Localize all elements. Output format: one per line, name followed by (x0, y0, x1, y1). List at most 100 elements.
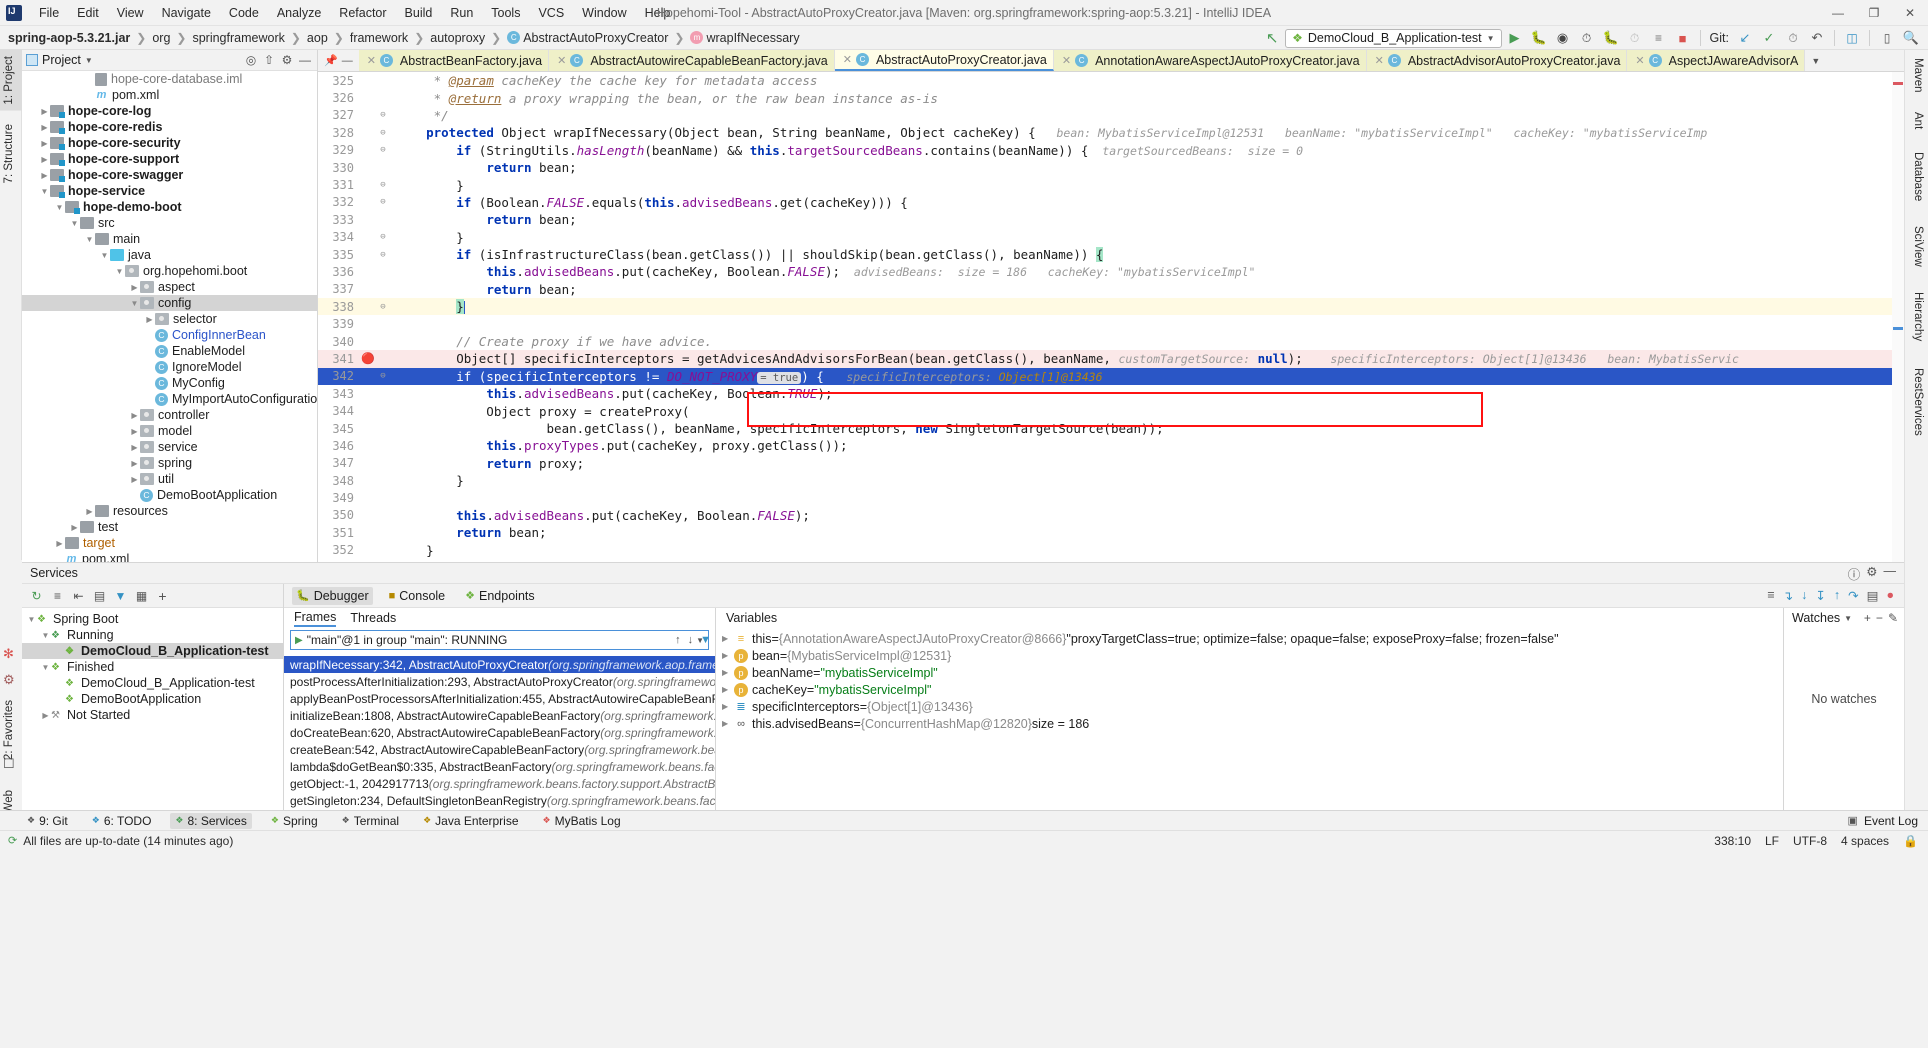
tool-window-structure[interactable]: 7: Structure (0, 118, 22, 189)
chevron-right-icon[interactable]: ▶ (722, 634, 734, 643)
project-tree-item[interactable]: C MyImportAutoConfiguration (22, 391, 317, 407)
run-configuration-selector[interactable]: ❖ DemoCloud_B_Application-test ▼ (1285, 28, 1502, 48)
stop-button[interactable]: ■ (1672, 28, 1694, 48)
caret-position[interactable]: 338:10 (1714, 834, 1751, 848)
bottom-tool-tab[interactable]: ❖ Java Enterprise (418, 813, 523, 829)
close-tab-icon[interactable]: ✕ (557, 54, 566, 67)
attach-debugger-button[interactable]: 🐛 (1600, 28, 1622, 48)
chevron-right-icon[interactable]: ▶ (129, 411, 140, 420)
git-revert-icon[interactable]: ↶ (1806, 28, 1828, 48)
settings-gear-icon[interactable]: ⚙ (1866, 564, 1877, 583)
chevron-right-icon[interactable]: ▶ (129, 459, 140, 468)
stack-frame-row[interactable]: getSingleton:234, DefaultSingletonBeanRe… (284, 792, 715, 809)
project-tree-item[interactable]: C EnableModel (22, 343, 317, 359)
project-tree-item[interactable]: ▶ service (22, 439, 317, 455)
code-line[interactable]: 348 } (318, 472, 1904, 489)
git-commit-icon[interactable]: ✓ (1758, 28, 1780, 48)
chevron-down-icon[interactable]: ▼ (40, 663, 51, 672)
project-tree-item[interactable]: m pom.xml (22, 87, 317, 103)
editor-scrollbar[interactable] (1892, 72, 1904, 562)
menu-item-analyze[interactable]: Analyze (268, 3, 330, 23)
frames-tab-bar[interactable]: Frames Threads (284, 608, 715, 628)
indent-setting[interactable]: 4 spaces (1841, 834, 1889, 848)
code-line[interactable]: 327 ⊖ */ (318, 107, 1904, 124)
hide-panel-icon[interactable]: — (1884, 564, 1897, 583)
collapse-all-icon[interactable]: ⇧ (261, 52, 277, 68)
project-tree-item[interactable]: ▶ resources (22, 503, 317, 519)
services-toolbar[interactable]: ↻ ≡ ⇤ ▤ ▼ ▦ + (22, 584, 283, 608)
hide-panel-icon[interactable]: — (297, 52, 313, 68)
code-line[interactable]: 347 return proxy; (318, 455, 1904, 472)
chevron-right-icon[interactable]: ▶ (39, 139, 50, 148)
editor-tab[interactable]: ✕ C AbstractAdvisorAutoProxyCreator.java (1366, 50, 1628, 71)
code-fold-icon[interactable]: ⊖ (376, 302, 390, 312)
services-tree-item[interactable]: ▼ ❖ Running (22, 627, 283, 643)
search-icon[interactable]: 🔍 (1900, 28, 1922, 48)
bottom-tool-tab[interactable]: ❖ MyBatis Log (538, 813, 626, 829)
services-tree-item[interactable]: ❖ DemoCloud_B_Application-test (22, 675, 283, 691)
menu-item-run[interactable]: Run (441, 3, 482, 23)
tool-window-project[interactable]: 1: Project (0, 50, 22, 111)
code-line[interactable]: 350 this.advisedBeans.put(cacheKey, Bool… (318, 507, 1904, 524)
code-fold-icon[interactable]: ⊖ (376, 197, 390, 207)
code-fold-icon[interactable]: ⊖ (376, 145, 390, 155)
code-line[interactable]: 343 this.advisedBeans.put(cacheKey, Bool… (318, 385, 1904, 402)
project-tree-item[interactable]: ▶ test (22, 519, 317, 535)
chevron-right-icon[interactable]: ▶ (39, 123, 50, 132)
step-over-icon[interactable]: ↴ (1783, 588, 1793, 603)
services-tree-item[interactable]: ▼ ❖ Finished (22, 659, 283, 675)
editor-tab-bar[interactable]: 📌 — ✕ C AbstractBeanFactory.java ✕ C AbstractAu… (318, 50, 1904, 72)
code-line[interactable]: 342 ⊖ if (specificInterceptors != DO_NOT_… (318, 367, 1904, 386)
code-line[interactable]: 335 ⊖ if (isInfrastructureClass(bean.getC… (318, 246, 1904, 263)
project-file-tree[interactable]: hope-core-database.iml m pom.xml ▶ hope-core… (22, 71, 317, 562)
chevron-right-icon[interactable]: ▶ (39, 171, 50, 180)
stack-frame-row[interactable]: initializeBean:1808, AbstractAutowireCap… (284, 707, 715, 724)
pin-icon[interactable]: 📌 (324, 54, 338, 67)
event-log-label[interactable]: Event Log (1864, 814, 1918, 828)
code-line[interactable]: 352 } (318, 542, 1904, 559)
bottom-tool-tab[interactable]: ❖ Terminal (337, 813, 404, 829)
filter-icon[interactable]: ▼ (112, 587, 129, 604)
menu-item-code[interactable]: Code (220, 3, 268, 23)
chevron-right-icon[interactable]: ▶ (129, 475, 140, 484)
stack-frames-list[interactable]: wrapIfNecessary:342, AbstractAutoProxyCr… (284, 656, 715, 810)
chevron-down-icon[interactable]: ▼ (54, 203, 65, 212)
tab-frames[interactable]: Frames (294, 610, 337, 627)
step-out-icon[interactable]: ↑ (1834, 588, 1840, 603)
code-line[interactable]: 345 bean.getClass(), beanName, specificI… (318, 420, 1904, 437)
hide-tabs-icon[interactable]: — (342, 55, 353, 67)
collapse-all-icon[interactable]: ⇤ (70, 587, 87, 604)
chevron-right-icon[interactable]: ▶ (54, 539, 65, 548)
services-tree-item[interactable]: ❖ DemoBootApplication (22, 691, 283, 707)
stack-frame-row[interactable]: postProcessAfterInitialization:293, Abst… (284, 673, 715, 690)
code-line[interactable]: 329 ⊖ if (StringUtils.hasLength(beanName)… (318, 142, 1904, 159)
menu-item-refactor[interactable]: Refactor (330, 3, 395, 23)
project-tree-item[interactable]: hope-core-database.iml (22, 71, 317, 87)
chevron-right-icon[interactable]: ▶ (39, 107, 50, 116)
code-line[interactable]: 328 ⊖ protected Object wrapIfNecessary(Ob… (318, 124, 1904, 141)
chevron-down-icon[interactable]: ▼ (26, 615, 37, 624)
code-line[interactable]: 338 ⊖ } (318, 298, 1904, 316)
step-into-icon[interactable]: ↓ (1801, 588, 1807, 603)
code-line[interactable]: 340 // Create proxy if we have advice. (318, 333, 1904, 350)
code-content[interactable]: 325 * @param cacheKey the cache key for … (318, 72, 1904, 562)
git-update-icon[interactable]: ↙ (1734, 28, 1756, 48)
chevron-right-icon[interactable]: ▶ (144, 315, 155, 324)
tool-window-maven[interactable]: Maven (1904, 52, 1928, 99)
close-tab-icon[interactable]: ✕ (843, 53, 852, 66)
editor-tab[interactable]: ✕ C AbstractAutoProxyCreator.java (834, 50, 1054, 71)
project-tree-item[interactable]: ▶ aspect (22, 279, 317, 295)
project-tree-item[interactable]: ▶ hope-core-redis (22, 119, 317, 135)
project-tree-item[interactable]: ▶ spring (22, 455, 317, 471)
ant-icon[interactable]: ✻ (3, 646, 19, 662)
edit-watch-icon[interactable]: ✎ (1888, 611, 1898, 625)
menu-item-tools[interactable]: Tools (482, 3, 529, 23)
camera-icon[interactable]: ☐ (3, 756, 19, 772)
code-line[interactable]: 344 Object proxy = createProxy( (318, 402, 1904, 419)
breadcrumb-springframework[interactable]: springframework (190, 31, 286, 45)
code-line[interactable]: 325 * @param cacheKey the cache key for … (318, 72, 1904, 89)
chevron-right-icon[interactable]: ▶ (129, 443, 140, 452)
chevron-down-icon[interactable]: ▼ (1844, 614, 1852, 623)
project-tree-item[interactable]: C ConfigInnerBean (22, 327, 317, 343)
menu-bar[interactable]: File Edit View Navigate Code Analyze Ref… (30, 3, 679, 23)
